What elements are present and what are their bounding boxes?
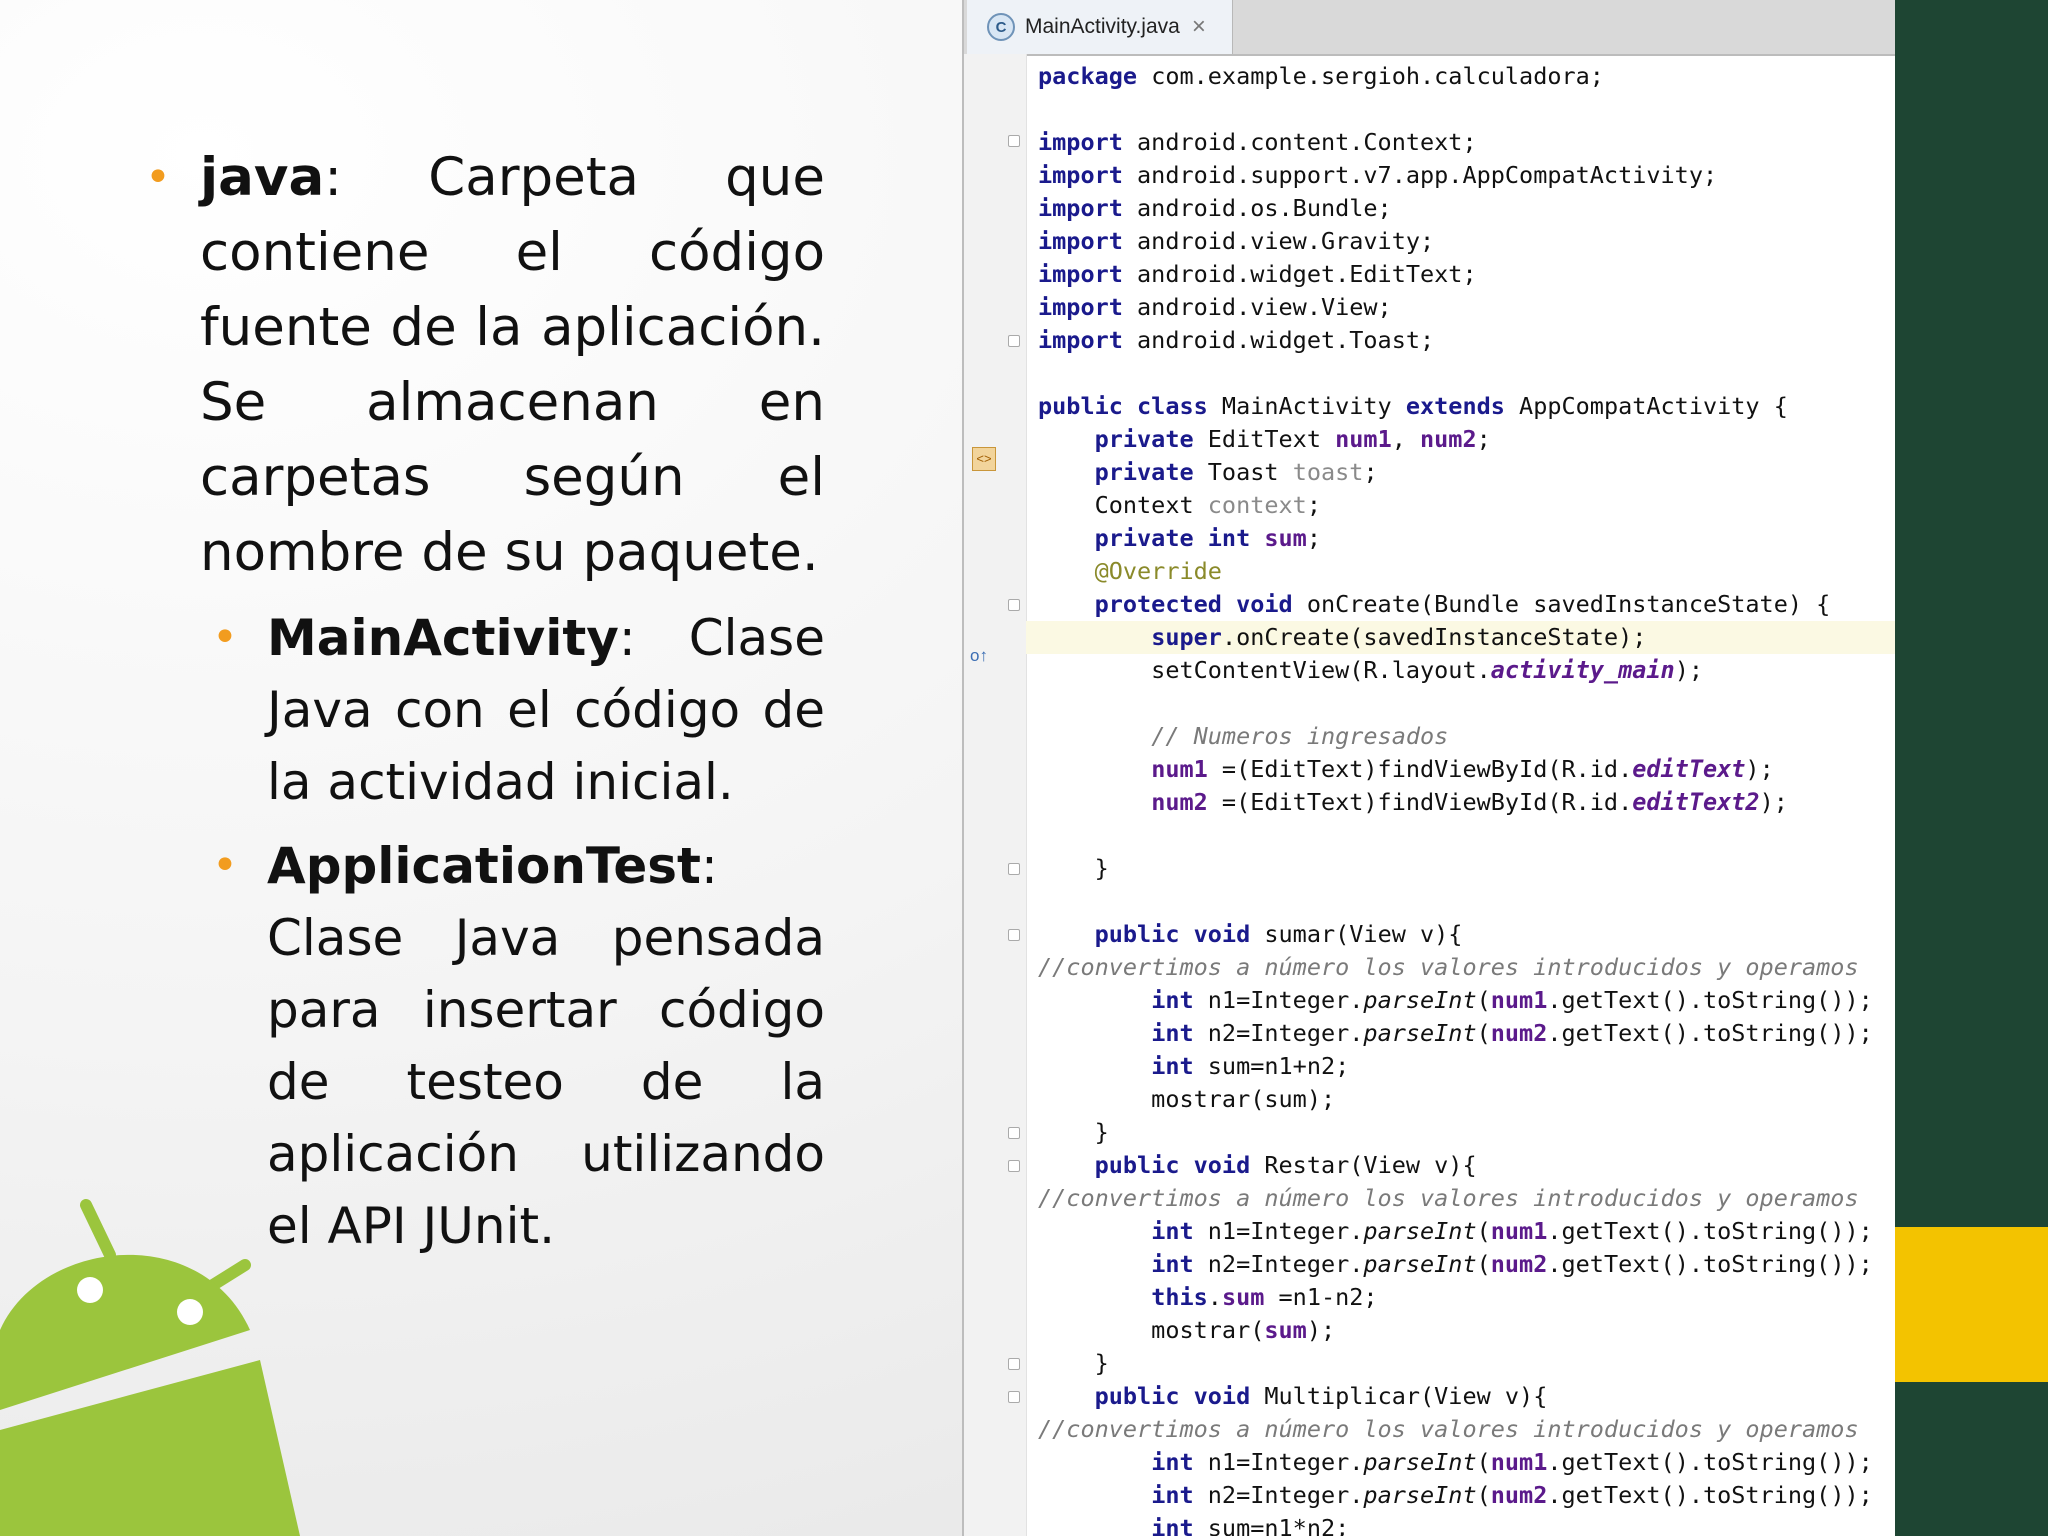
- code-line: import android.view.View;: [1038, 293, 1392, 321]
- bullet-term: ApplicationTest: [267, 837, 701, 895]
- code-line: }: [1038, 854, 1109, 882]
- fold-icon[interactable]: [1008, 863, 1020, 875]
- code-line: Context context;: [1038, 491, 1321, 519]
- fold-icon[interactable]: [1008, 929, 1020, 941]
- java-class-icon: C: [987, 13, 1015, 41]
- code-line: int n1=Integer.parseInt(num1.getText().t…: [1151, 986, 1873, 1014]
- bullet-term: java: [200, 147, 325, 208]
- code-line: //convertimos a número los valores intro…: [1038, 1184, 1859, 1212]
- code-line: //convertimos a número los valores intro…: [1038, 953, 1859, 981]
- tab-label: MainActivity.java: [1025, 15, 1180, 38]
- code-line: int n1=Integer.parseInt(num1.getText().t…: [1151, 1448, 1873, 1476]
- code-line: mostrar(sum);: [1038, 1316, 1336, 1344]
- bullet-text: : Clase Java pensada para insertar códig…: [267, 837, 825, 1255]
- fold-icon[interactable]: [1008, 599, 1020, 611]
- override-marker-icon[interactable]: o↑: [970, 646, 998, 666]
- code-line: public void Restar(View v){: [1094, 1151, 1477, 1179]
- fold-icon[interactable]: [1008, 335, 1020, 347]
- code-line: import android.support.v7.app.AppCompatA…: [1038, 161, 1718, 189]
- class-marker-icon: <>: [972, 447, 996, 471]
- fold-icon[interactable]: [1008, 1391, 1020, 1403]
- sub-bullet-mainactivity: • MainActivity: Clase Java con el código…: [212, 602, 825, 818]
- tab-mainactivity[interactable]: C MainActivity.java ×: [967, 0, 1233, 54]
- code-line: int n2=Integer.parseInt(num2.getText().t…: [1151, 1019, 1873, 1047]
- code-line: }: [1038, 1118, 1109, 1146]
- fold-icon[interactable]: [1008, 1160, 1020, 1172]
- code-line: public void Multiplicar(View v){: [1094, 1382, 1548, 1410]
- code-line: protected void onCreate(Bundle savedInst…: [1094, 590, 1831, 618]
- bullet-dot: •: [212, 840, 238, 891]
- code-line: num1 =(EditText)findViewById(R.id.editTe…: [1151, 755, 1774, 783]
- code-line: public void sumar(View v){: [1094, 920, 1463, 948]
- bullet-dot: •: [145, 152, 171, 203]
- bullet-text: : Carpeta que contiene el código fuente …: [200, 147, 825, 583]
- code-line: import android.widget.Toast;: [1038, 326, 1435, 354]
- bullet-java: • java: Carpeta que contiene el código f…: [145, 140, 825, 590]
- code-editor[interactable]: C MainActivity.java × <> o↑ package com.…: [962, 0, 1895, 1536]
- code-line: @Override: [1094, 557, 1222, 585]
- code-line: super.onCreate(savedInstanceState);: [1026, 621, 1895, 654]
- code-line: // Numeros ingresados: [1151, 722, 1449, 750]
- fold-icon[interactable]: [1008, 1358, 1020, 1370]
- code-line: this.sum =n1-n2;: [1151, 1283, 1378, 1311]
- android-logo-icon: [0, 1199, 300, 1536]
- bullet-term: MainActivity: [267, 609, 619, 667]
- code-line: int n1=Integer.parseInt(num1.getText().t…: [1151, 1217, 1873, 1245]
- code-line: mostrar(sum);: [1038, 1085, 1336, 1113]
- editor-tab-bar: C MainActivity.java ×: [964, 0, 1895, 56]
- fold-icon[interactable]: [1008, 1127, 1020, 1139]
- code-line: int n2=Integer.parseInt(num2.getText().t…: [1151, 1250, 1873, 1278]
- code-line: private int sum;: [1094, 524, 1321, 552]
- code-line: import android.os.Bundle;: [1038, 194, 1392, 222]
- code-line: int sum=n1*n2;: [1151, 1514, 1350, 1536]
- code-line: int sum=n1+n2;: [1151, 1052, 1350, 1080]
- code-line: import android.view.Gravity;: [1038, 227, 1435, 255]
- code-line: num2 =(EditText)findViewById(R.id.editTe…: [1151, 788, 1788, 816]
- code-line: setContentView(R.layout.activity_main);: [1038, 656, 1703, 684]
- code-line: private EditText num1, num2;: [1094, 425, 1491, 453]
- code-line: //convertimos a número los valores intro…: [1038, 1415, 1859, 1443]
- code-line: }: [1038, 1349, 1109, 1377]
- close-icon[interactable]: ×: [1192, 13, 1206, 41]
- decorative-yellow-band: [1893, 1227, 2048, 1382]
- code-line: public class MainActivity extends AppCom…: [1038, 392, 1788, 420]
- code-line: import android.content.Context;: [1038, 128, 1477, 156]
- fold-icon[interactable]: [1008, 135, 1020, 147]
- code-line: private Toast toast;: [1094, 458, 1378, 486]
- code-line: int n2=Integer.parseInt(num2.getText().t…: [1151, 1481, 1873, 1509]
- code-area[interactable]: package com.example.sergioh.calculadora;…: [1026, 60, 1895, 1536]
- code-line: package com.example.sergioh.calculadora;: [1038, 62, 1604, 90]
- code-line: import android.widget.EditText;: [1038, 260, 1477, 288]
- bullet-dot: •: [212, 612, 238, 663]
- editor-gutter: <> o↑: [964, 54, 1027, 1536]
- slide-text-block: • java: Carpeta que contiene el código f…: [145, 140, 825, 1262]
